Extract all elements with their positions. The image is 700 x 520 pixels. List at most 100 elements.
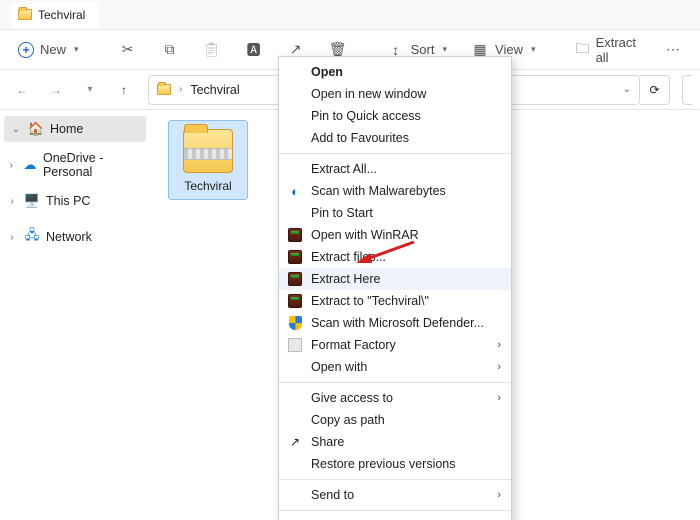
sidebar-item-label: This PC: [46, 194, 90, 208]
menu-item[interactable]: Scan with Microsoft Defender...: [279, 312, 511, 334]
menu-item[interactable]: Open with ›: [279, 356, 511, 378]
menu-item[interactable]: Restore previous versions: [279, 453, 511, 475]
separator: [279, 382, 511, 383]
menu-item-label: Send to: [311, 488, 489, 502]
cut-button[interactable]: ✂: [109, 35, 147, 65]
winrar-icon: [288, 250, 302, 264]
menu-item[interactable]: Extract files...: [279, 246, 511, 268]
menu-item[interactable]: Copy as path: [279, 409, 511, 431]
menu-item[interactable]: ◐Scan with Malwarebytes: [279, 180, 511, 202]
menu-item-label: Share: [311, 435, 501, 449]
sidebar-item-label: Network: [46, 230, 92, 244]
folder-icon: [157, 84, 171, 95]
chevron-right-icon: ›: [179, 84, 182, 95]
copy-icon: ⧉: [161, 41, 179, 59]
scissors-icon: ✂: [119, 41, 137, 59]
menu-item-label: Format Factory: [311, 338, 489, 352]
format-factory-icon: [288, 338, 302, 352]
refresh-button[interactable]: ⟳: [640, 75, 670, 105]
menu-item-label: Add to Favourites: [311, 131, 501, 145]
menu-item[interactable]: Cut: [279, 515, 511, 520]
menu-item[interactable]: ↗ Share: [279, 431, 511, 453]
menu-item[interactable]: Open in new window: [279, 83, 511, 105]
separator: [279, 510, 511, 511]
breadcrumb[interactable]: Techviral: [190, 83, 239, 97]
copy-button[interactable]: ⧉: [151, 35, 189, 65]
ellipsis-icon: ⋯: [664, 41, 682, 59]
extract-icon: 🗀: [576, 41, 590, 59]
up-button[interactable]: ↑: [110, 76, 138, 104]
cloud-icon: ☁: [23, 157, 37, 173]
menu-item-label: Pin to Start: [311, 206, 501, 220]
menu-item[interactable]: Extract to "Techviral\": [279, 290, 511, 312]
chevron-down-icon: ▾: [442, 44, 447, 55]
more-button[interactable]: ⋯: [654, 35, 692, 65]
chevron-down-icon[interactable]: ⌄: [623, 84, 631, 95]
menu-item[interactable]: Extract Here: [279, 268, 511, 290]
context-menu: Open Open in new window Pin to Quick acces…: [278, 56, 512, 520]
menu-item-label: Extract All...: [311, 162, 501, 176]
chevron-down-icon: ▾: [74, 44, 79, 55]
winrar-icon: [288, 294, 302, 308]
navigation-pane: ⌄ 🏠 Home › ☁ OneDrive - Personal › 🖥️ Th…: [0, 110, 150, 520]
recent-button[interactable]: ▾: [76, 76, 104, 104]
defender-shield-icon: [289, 316, 302, 330]
chevron-right-icon: ›: [497, 489, 501, 501]
menu-item-label: Open in new window: [311, 87, 501, 101]
menu-item[interactable]: Pin to Quick access: [279, 105, 511, 127]
menu-item-label: Open: [311, 65, 501, 79]
menu-item-label: Open with WinRAR: [311, 228, 501, 242]
menu-item[interactable]: Open: [279, 61, 511, 83]
clipboard-icon: 📋︎: [203, 41, 221, 59]
menu-item[interactable]: Add to Favourites: [279, 127, 511, 149]
separator: [279, 153, 511, 154]
new-label: New: [40, 42, 66, 57]
malwarebytes-icon: ◐: [291, 184, 299, 199]
sidebar-item-home[interactable]: ⌄ 🏠 Home: [4, 116, 146, 142]
menu-item[interactable]: Open with WinRAR: [279, 224, 511, 246]
menu-item-label: Pin to Quick access: [311, 109, 501, 123]
chevron-right-icon: ›: [6, 160, 17, 171]
winrar-icon: [288, 272, 302, 286]
chevron-right-icon: ›: [497, 361, 501, 373]
menu-item[interactable]: Send to ›: [279, 484, 511, 506]
extract-all-button[interactable]: 🗀 Extract all: [566, 35, 650, 65]
menu-item-label: Give access to: [311, 391, 489, 405]
chevron-right-icon: ›: [6, 196, 18, 207]
home-icon: 🏠: [28, 121, 44, 137]
pc-icon: 🖥️: [24, 193, 40, 209]
chevron-down-icon: ⌄: [10, 124, 22, 135]
forward-button[interactable]: →: [42, 76, 70, 104]
titlebar: Techviral: [0, 0, 700, 30]
window-tab[interactable]: Techviral: [12, 2, 99, 28]
sidebar-item-this-pc[interactable]: › 🖥️ This PC: [0, 188, 150, 214]
chevron-right-icon: ›: [497, 339, 501, 351]
menu-item[interactable]: Format Factory ›: [279, 334, 511, 356]
chevron-right-icon: ›: [6, 232, 18, 243]
chevron-down-icon: ▾: [531, 44, 536, 55]
chevron-right-icon: ›: [497, 392, 501, 404]
rename-icon: 🅰︎: [245, 41, 263, 59]
sidebar-item-network[interactable]: › 🖧 Network: [0, 224, 150, 250]
refresh-icon: ⟳: [649, 83, 659, 97]
folder-icon: [18, 9, 32, 20]
extract-all-label: Extract all: [596, 35, 640, 65]
search-box[interactable]: [682, 75, 692, 105]
share-icon: ↗: [290, 435, 300, 449]
paste-button[interactable]: 📋︎: [193, 35, 231, 65]
new-button[interactable]: + New ▾: [8, 35, 89, 65]
sidebar-item-label: Home: [50, 122, 83, 136]
view-label: View: [495, 42, 523, 57]
sidebar-item-onedrive[interactable]: › ☁ OneDrive - Personal: [0, 152, 150, 178]
file-item-zip[interactable]: Techviral: [168, 120, 248, 200]
menu-item[interactable]: Extract All...: [279, 158, 511, 180]
back-button[interactable]: ←: [8, 76, 36, 104]
separator: [279, 479, 511, 480]
sidebar-item-label: OneDrive - Personal: [43, 151, 144, 179]
sort-label: Sort: [411, 42, 435, 57]
menu-item[interactable]: Pin to Start: [279, 202, 511, 224]
menu-item-label: Open with: [311, 360, 489, 374]
menu-item-label: Extract to "Techviral\": [311, 294, 501, 308]
rename-button[interactable]: 🅰︎: [235, 35, 273, 65]
menu-item[interactable]: Give access to ›: [279, 387, 511, 409]
